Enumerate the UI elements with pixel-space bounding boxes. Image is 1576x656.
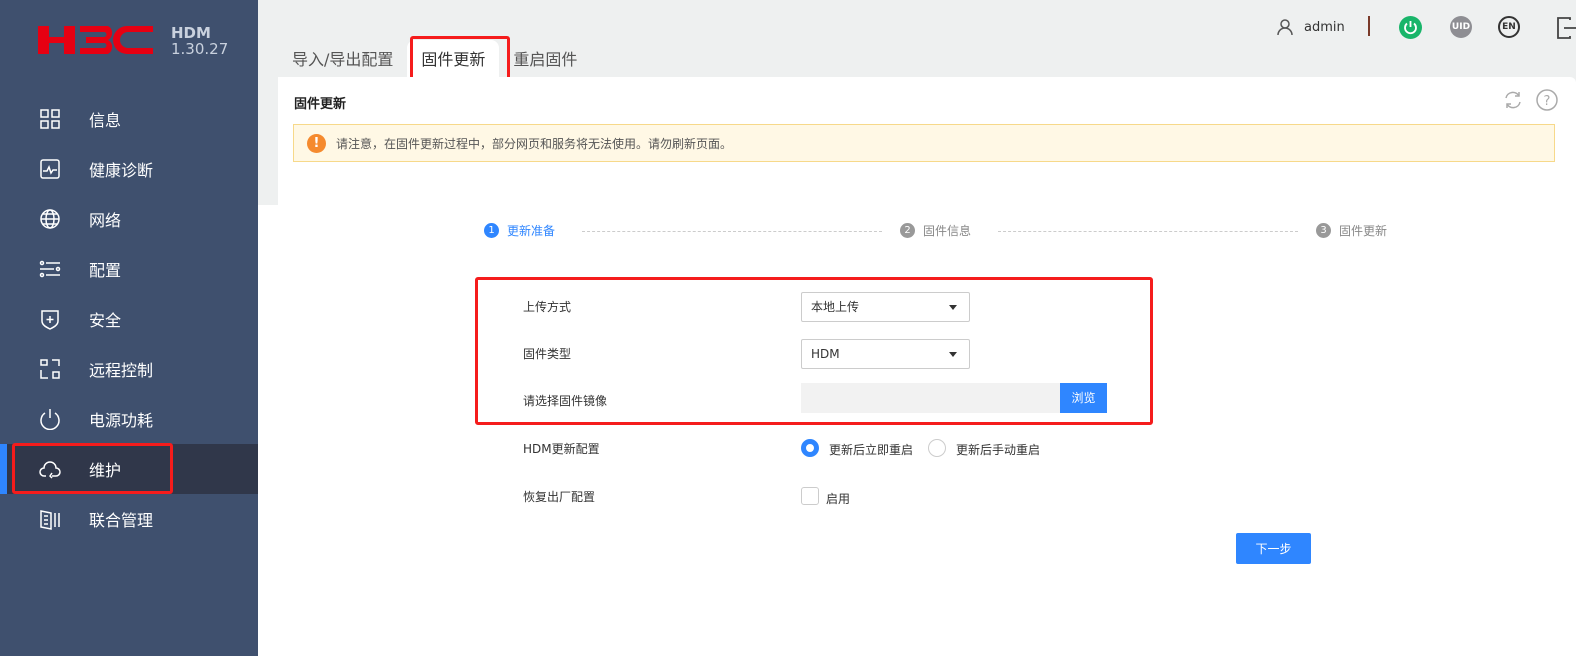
- sidebar-item-label: 健康诊断: [89, 161, 154, 180]
- help-icon[interactable]: ?: [1536, 89, 1558, 111]
- warning-icon: !: [307, 133, 326, 153]
- sidebar-item-label: 联合管理: [89, 511, 154, 530]
- cloud-icon: [39, 461, 61, 479]
- refresh-icon[interactable]: [1502, 89, 1524, 111]
- sidebar-item-security[interactable]: 安全: [0, 294, 258, 344]
- warning-alert: ! 请注意，在固件更新过程中，部分网页和服务将无法使用。请勿刷新页面。: [293, 124, 1555, 162]
- sidebar-item-label: 网络: [89, 211, 122, 230]
- factory-reset-checkbox[interactable]: [801, 487, 819, 505]
- globe-icon: [40, 209, 60, 229]
- user-icon: [1277, 19, 1293, 36]
- radio-restart-manually[interactable]: [928, 439, 946, 457]
- h3c-logo: [38, 26, 153, 54]
- step-label: 更新准备: [507, 224, 556, 238]
- upload-method-label: 上传方式: [523, 300, 572, 314]
- radio-label: 更新后立即重启: [829, 443, 914, 457]
- uid-button[interactable]: UID: [1450, 16, 1472, 38]
- sidebar-item-info[interactable]: 信息: [0, 94, 258, 144]
- sidebar-item-label: 维护: [89, 461, 122, 480]
- browse-button[interactable]: 浏览: [1060, 383, 1107, 413]
- step-1: 1 更新准备: [484, 222, 555, 239]
- sidebar-nav: 信息 健康诊断 网络 配置 安全 远程控制 电源功耗 维护 联合管理: [0, 94, 258, 544]
- next-button[interactable]: 下一步: [1236, 533, 1311, 564]
- step-connector: [998, 231, 1298, 232]
- user-menu[interactable]: admin: [1276, 18, 1345, 36]
- header-divider: [1368, 16, 1370, 36]
- sidebar-item-label: 配置: [89, 261, 122, 280]
- step-number: 3: [1316, 223, 1331, 238]
- selected-value: HDM: [811, 347, 840, 361]
- tab-restart-firmware[interactable]: 重启固件: [499, 40, 591, 77]
- selected-value: 本地上传: [811, 300, 860, 314]
- step-number: 1: [484, 223, 499, 238]
- step-label: 固件更新: [1339, 224, 1388, 238]
- factory-reset-label: 恢复出厂配置: [523, 490, 596, 504]
- sidebar-item-label: 电源功耗: [89, 411, 154, 430]
- sidebar-item-config[interactable]: 配置: [0, 244, 258, 294]
- sidebar-item-maintenance[interactable]: 维护: [0, 444, 258, 494]
- sidebar-item-label: 信息: [89, 111, 122, 130]
- step-3: 3 固件更新: [1316, 222, 1387, 239]
- username: admin: [1304, 19, 1345, 35]
- shield-icon: [41, 310, 59, 330]
- health-monitor-icon: [40, 159, 60, 179]
- power-status-icon[interactable]: [1399, 16, 1422, 39]
- grid-icon: [40, 109, 60, 129]
- sidebar-item-health[interactable]: 健康诊断: [0, 144, 258, 194]
- step-label: 固件信息: [923, 224, 972, 238]
- firmware-image-input[interactable]: [801, 383, 1060, 413]
- step-2: 2 固件信息: [900, 222, 971, 239]
- sidebar-item-network[interactable]: 网络: [0, 194, 258, 244]
- firmware-image-label: 请选择固件镜像: [523, 394, 608, 408]
- content-background: [258, 205, 278, 656]
- server-rack-icon: [40, 510, 60, 530]
- radio-restart-immediately[interactable]: [801, 439, 819, 457]
- alert-text: 请注意，在固件更新过程中，部分网页和服务将无法使用。请勿刷新页面。: [336, 136, 733, 151]
- sidebar-item-label: 安全: [89, 311, 122, 330]
- product-version: 1.30.27: [171, 40, 229, 58]
- tab-firmware-update[interactable]: 固件更新: [407, 40, 500, 77]
- sliders-icon: [39, 260, 61, 278]
- radio-label: 更新后手动重启: [956, 443, 1041, 457]
- chevron-down-icon: [949, 352, 957, 357]
- checkbox-label: 启用: [826, 492, 851, 506]
- sidebar-item-label: 远程控制: [89, 361, 154, 380]
- remote-control-icon: [40, 359, 60, 379]
- panel-title: 固件更新: [294, 97, 347, 112]
- step-number: 2: [900, 223, 915, 238]
- firmware-type-label: 固件类型: [523, 347, 572, 361]
- step-connector: [582, 231, 882, 232]
- tab-bar: 导入/导出配置 固件更新 重启固件: [278, 40, 591, 77]
- tab-import-export[interactable]: 导入/导出配置: [278, 40, 407, 77]
- svg-text:?: ?: [1544, 94, 1551, 109]
- sidebar-item-remote[interactable]: 远程控制: [0, 344, 258, 394]
- chevron-down-icon: [949, 305, 957, 310]
- sidebar-item-power[interactable]: 电源功耗: [0, 394, 258, 444]
- logout-icon[interactable]: [1556, 16, 1576, 40]
- hdm-update-config-label: HDM更新配置: [523, 442, 600, 456]
- sidebar-item-federation[interactable]: 联合管理: [0, 494, 258, 544]
- power-icon: [40, 409, 60, 430]
- upload-method-select[interactable]: 本地上传: [801, 292, 970, 322]
- sidebar: HDM 1.30.27 信息 健康诊断 网络 配置 安全 远程控制 电源功耗 维…: [0, 0, 258, 656]
- firmware-type-select[interactable]: HDM: [801, 339, 970, 369]
- language-button[interactable]: EN: [1498, 16, 1520, 38]
